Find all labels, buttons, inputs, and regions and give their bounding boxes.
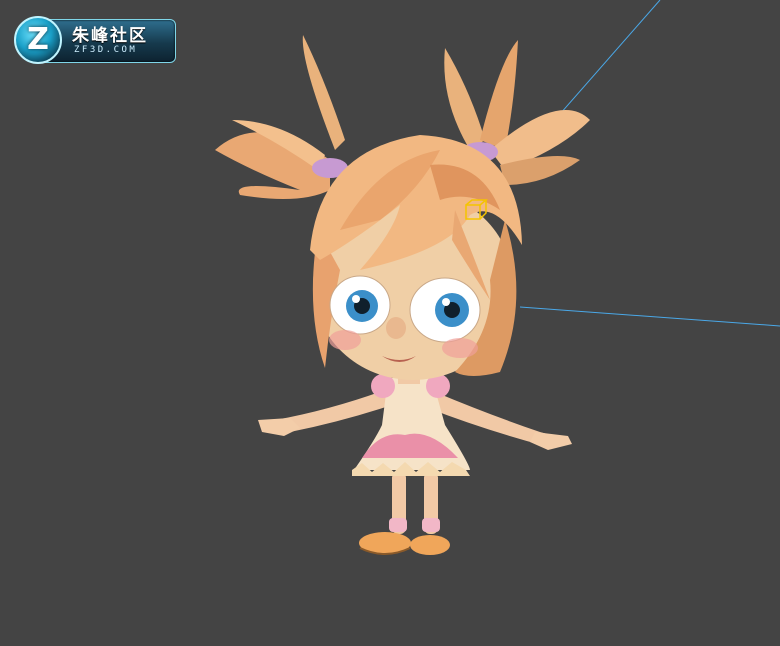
3d-viewport[interactable]: Z 朱峰社区 ZF3D.COM [0,0,780,646]
watermark-title: 朱峰社区 [72,26,148,46]
watermark-subtitle: ZF3D.COM [74,45,138,55]
character-model[interactable] [215,35,590,555]
scene-canvas[interactable] [0,0,780,646]
logo-z-icon: Z [14,16,62,64]
zf3d-watermark-logo: Z 朱峰社区 ZF3D.COM [14,16,176,66]
light-direction-line[interactable] [519,306,780,327]
